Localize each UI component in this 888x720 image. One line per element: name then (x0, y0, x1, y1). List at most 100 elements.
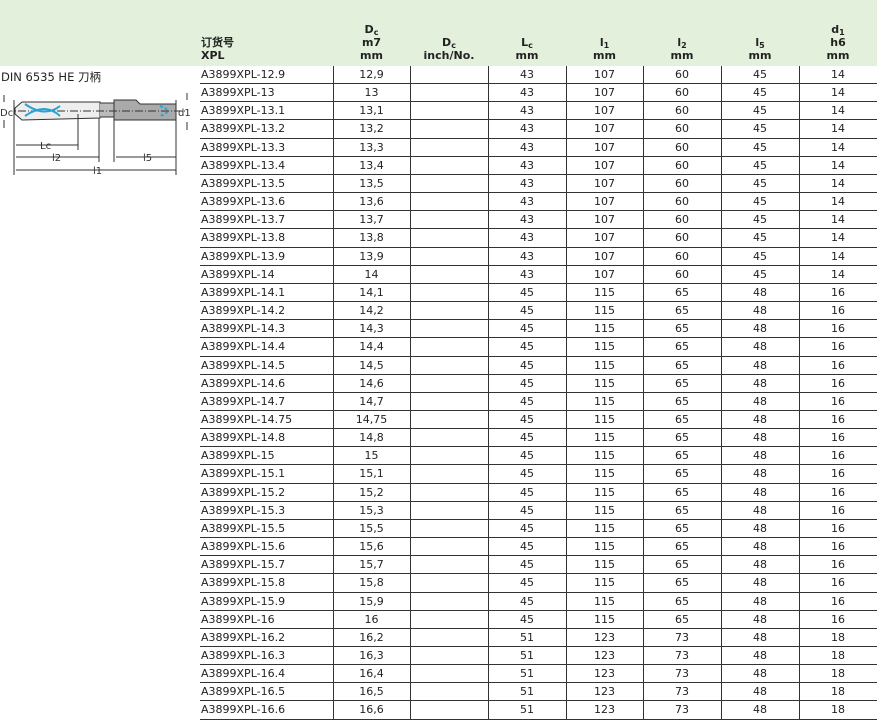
cell-order-number: A3899XPL-13.2 (201, 122, 286, 136)
header-l5: l5 mm (748, 36, 772, 62)
cell-l2: 73 (675, 630, 689, 644)
l2-label: l2 (52, 153, 61, 164)
cell-lc: 43 (520, 104, 534, 118)
cell-l2: 65 (675, 285, 689, 299)
table-row: A3899XPL-13.6 13,6 43 107 60 45 14 (200, 193, 877, 212)
cell-dc: 16 (364, 612, 379, 626)
table-row: A3899XPL-14.6 14,6 45 115 65 48 16 (200, 375, 877, 393)
cell-l1: 107 (594, 213, 615, 227)
d1-label: d1 (178, 108, 191, 119)
table-row: A3899XPL-16.2 16,2 51 123 73 48 18 (200, 629, 877, 647)
table-row: A3899XPL-14.3 14,3 45 115 65 48 16 (200, 320, 877, 339)
cell-l1: 123 (594, 630, 615, 644)
cell-dc: 16,3 (359, 649, 384, 662)
cell-dc: 16,6 (359, 703, 384, 717)
table-row: A3899XPL-13.8 13,8 43 107 60 45 14 (200, 229, 877, 248)
header-order-number: 订货号 XPL (201, 36, 234, 62)
cell-l1: 115 (594, 394, 615, 408)
cell-l5: 45 (753, 104, 767, 118)
cell-l1: 107 (594, 68, 615, 81)
cell-l5: 48 (753, 340, 767, 354)
cell-l5: 48 (753, 703, 767, 717)
cell-l1: 115 (594, 322, 615, 336)
cell-l5: 48 (753, 558, 767, 572)
cell-l5: 45 (753, 213, 767, 227)
cell-d1: 16 (831, 376, 845, 390)
cell-d1: 16 (831, 521, 845, 535)
table-row: A3899XPL-13.3 13,3 43 107 60 45 14 (200, 139, 877, 157)
cell-lc: 43 (520, 267, 534, 281)
cell-lc: 45 (520, 285, 534, 299)
cell-lc: 43 (520, 140, 534, 154)
cell-l2: 65 (675, 467, 689, 481)
cell-lc: 43 (520, 176, 534, 190)
cell-l2: 65 (675, 394, 689, 408)
table-row: A3899XPL-13.5 13,5 43 107 60 45 14 (200, 175, 877, 194)
cell-lc: 45 (520, 594, 534, 608)
cell-l2: 65 (675, 340, 689, 354)
cell-l1: 115 (594, 431, 615, 445)
cell-dc: 14 (364, 267, 379, 281)
cell-lc: 43 (520, 158, 534, 172)
cell-l2: 65 (675, 304, 689, 318)
cell-lc: 51 (520, 685, 534, 699)
cell-lc: 45 (520, 503, 534, 517)
cell-order-number: A3899XPL-15.6 (201, 540, 286, 554)
cell-l1: 115 (594, 558, 615, 572)
cell-dc: 13,5 (359, 176, 384, 190)
table-row: A3899XPL-16.4 16,4 51 123 73 48 18 (200, 665, 877, 684)
cell-l2: 60 (675, 68, 689, 81)
table-row: A3899XPL-16.6 16,6 51 123 73 48 18 (200, 701, 877, 720)
cell-order-number: A3899XPL-15.5 (201, 521, 286, 535)
cell-d1: 16 (831, 612, 845, 626)
cell-dc: 14,4 (359, 340, 384, 354)
table-row: A3899XPL-16.5 16,5 51 123 73 48 18 (200, 683, 877, 702)
cell-d1: 14 (831, 213, 845, 227)
cell-d1: 18 (831, 649, 845, 662)
cell-d1: 14 (831, 195, 845, 209)
table-row: A3899XPL-14.2 14,2 45 115 65 48 16 (200, 302, 877, 321)
cell-l2: 65 (675, 376, 689, 390)
cell-lc: 43 (520, 122, 534, 136)
table-row: A3899XPL-16 16 45 115 65 48 16 (200, 611, 877, 629)
table-row: A3899XPL-13.4 13,4 43 107 60 45 14 (200, 157, 877, 175)
cell-l1: 115 (594, 412, 615, 426)
cell-order-number: A3899XPL-13.6 (201, 195, 286, 209)
cell-dc: 13,7 (359, 213, 384, 227)
cell-dc: 14,75 (355, 412, 388, 426)
cell-d1: 14 (831, 122, 845, 136)
cell-lc: 45 (520, 412, 534, 426)
cell-l1: 115 (594, 340, 615, 354)
column-divider (643, 66, 644, 720)
cell-order-number: A3899XPL-14.4 (201, 340, 286, 354)
table-row: A3899XPL-14.5 14,5 45 115 65 48 16 (200, 357, 877, 375)
cell-order-number: A3899XPL-14.7 (201, 394, 286, 408)
cell-l5: 48 (753, 358, 767, 372)
cell-lc: 45 (520, 485, 534, 499)
cell-l1: 115 (594, 503, 615, 517)
cell-lc: 45 (520, 558, 534, 572)
cell-dc: 14,6 (359, 376, 384, 390)
cell-l2: 65 (675, 449, 689, 463)
cell-d1: 16 (831, 431, 845, 445)
cell-d1: 14 (831, 140, 845, 154)
cell-order-number: A3899XPL-16.5 (201, 685, 286, 699)
column-divider (721, 66, 722, 720)
cell-l2: 60 (675, 104, 689, 118)
cell-d1: 18 (831, 630, 845, 644)
column-divider (488, 66, 489, 720)
cell-l1: 115 (594, 594, 615, 608)
table-row: A3899XPL-15.1 15,1 45 115 65 48 16 (200, 465, 877, 484)
cell-l1: 115 (594, 485, 615, 499)
cell-l5: 48 (753, 685, 767, 699)
cell-d1: 14 (831, 267, 845, 281)
cell-l5: 48 (753, 630, 767, 644)
cell-dc: 13,4 (359, 158, 384, 172)
cell-order-number: A3899XPL-16.4 (201, 667, 286, 681)
product-table: A3899XPL-12.9 12,9 43 107 60 45 14 A3899XPL-13 1… (200, 66, 877, 720)
cell-d1: 16 (831, 558, 845, 572)
cell-d1: 16 (831, 412, 845, 426)
table-row: A3899XPL-15.5 15,5 45 115 65 48 16 (200, 520, 877, 539)
cell-l5: 45 (753, 122, 767, 136)
cell-l1: 115 (594, 467, 615, 481)
